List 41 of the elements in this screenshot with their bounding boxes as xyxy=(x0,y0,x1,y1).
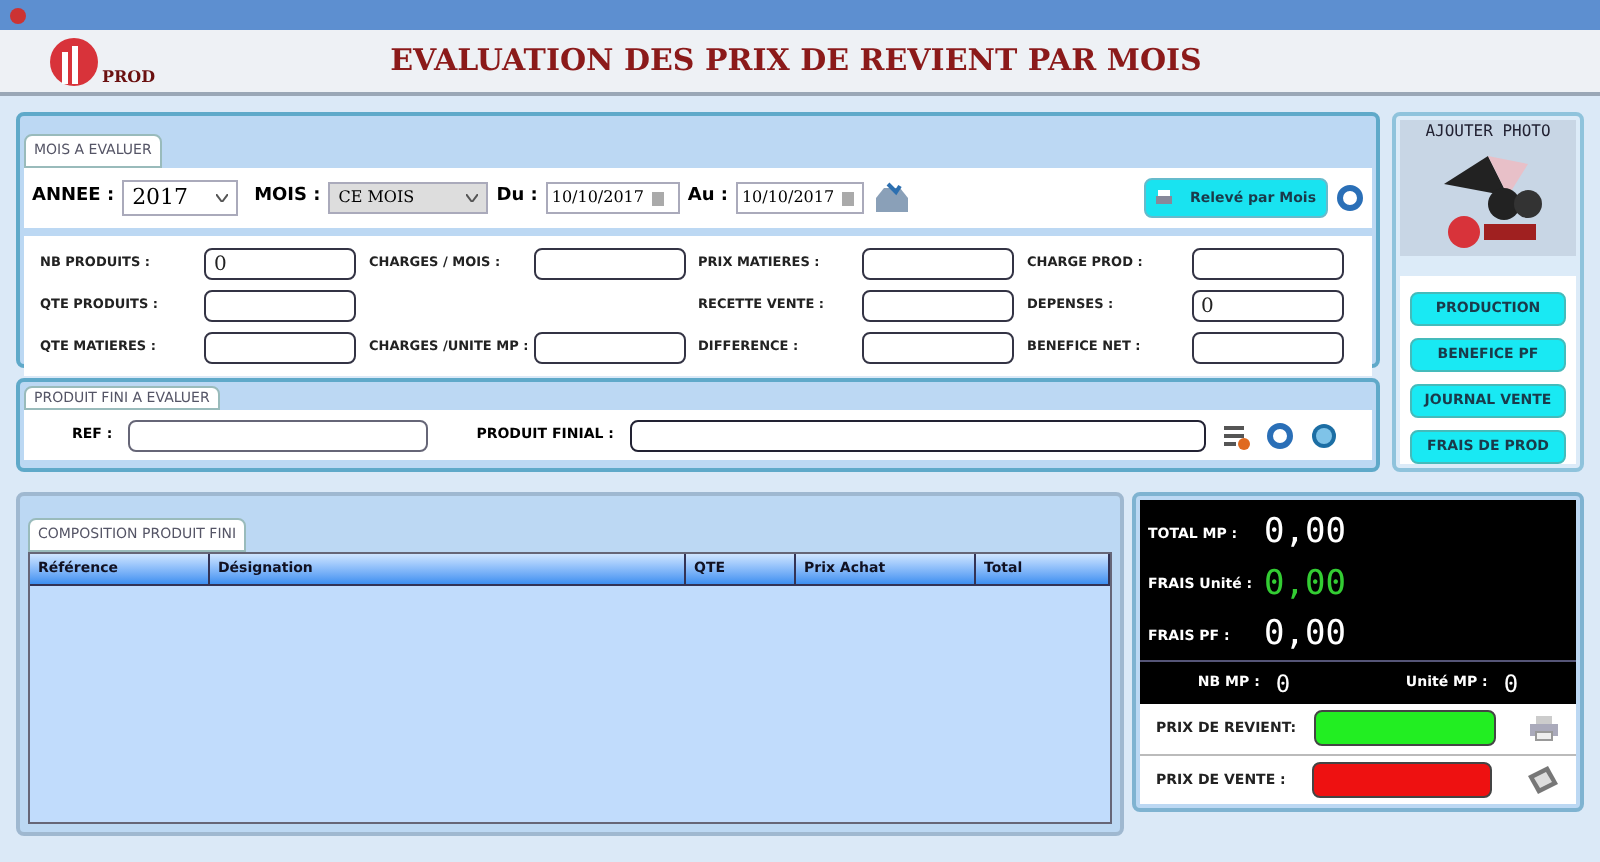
page-title: EVALUATION DES PRIX DE REVIENT PAR MOIS xyxy=(388,40,1204,83)
field-label: MOIS : xyxy=(254,184,321,211)
readout-value: 0,00 xyxy=(1264,612,1346,658)
logo-icon xyxy=(48,35,100,87)
printer-icon xyxy=(1154,188,1174,208)
date-picker[interactable]: 10/10/2017 xyxy=(735,182,864,214)
list-icon[interactable] xyxy=(1221,421,1250,449)
field-label: ANNEE : xyxy=(32,184,115,211)
input-field[interactable] xyxy=(1191,248,1343,280)
input-field[interactable] xyxy=(862,290,1014,322)
chevron-down-icon xyxy=(216,194,229,202)
refresh-icon[interactable] xyxy=(1336,184,1364,212)
input-field[interactable] xyxy=(862,332,1014,364)
photo-caption: AJOUTER PHOTO xyxy=(1425,120,1551,144)
input-field[interactable] xyxy=(204,332,356,364)
year-dropdown[interactable]: 2017 xyxy=(122,180,239,216)
input-field[interactable]: 0 xyxy=(1191,290,1343,322)
logo-text: PROD xyxy=(102,63,156,87)
input-field[interactable] xyxy=(862,248,1014,280)
counter-value: 0 xyxy=(1503,667,1519,701)
field-label: Au : xyxy=(687,184,728,211)
readout-value: 0,00 xyxy=(1264,561,1346,607)
circle-button-icon[interactable] xyxy=(1309,421,1338,449)
month-dropdown[interactable]: CE MOIS xyxy=(328,182,489,214)
input-field[interactable]: 0 xyxy=(204,248,356,280)
printer-icon[interactable] xyxy=(1528,714,1560,743)
input-field[interactable] xyxy=(629,419,1206,451)
field-label: Du : xyxy=(496,184,538,211)
inbox-icon[interactable] xyxy=(871,180,912,216)
date-picker[interactable]: 10/10/2017 xyxy=(545,182,680,214)
input-field[interactable] xyxy=(204,290,356,322)
input-field[interactable] xyxy=(533,248,685,280)
refresh-icon[interactable] xyxy=(1265,421,1294,449)
app-icon xyxy=(8,5,28,25)
readout-value: 0,00 xyxy=(1264,510,1346,556)
photo-frame[interactable]: AJOUTER PHOTO xyxy=(1400,120,1576,256)
input-field[interactable] xyxy=(533,332,685,364)
counter-value: 0 xyxy=(1275,667,1291,701)
input-field[interactable] xyxy=(1191,332,1343,364)
input-field[interactable] xyxy=(128,419,429,451)
chevron-down-icon xyxy=(466,194,479,202)
